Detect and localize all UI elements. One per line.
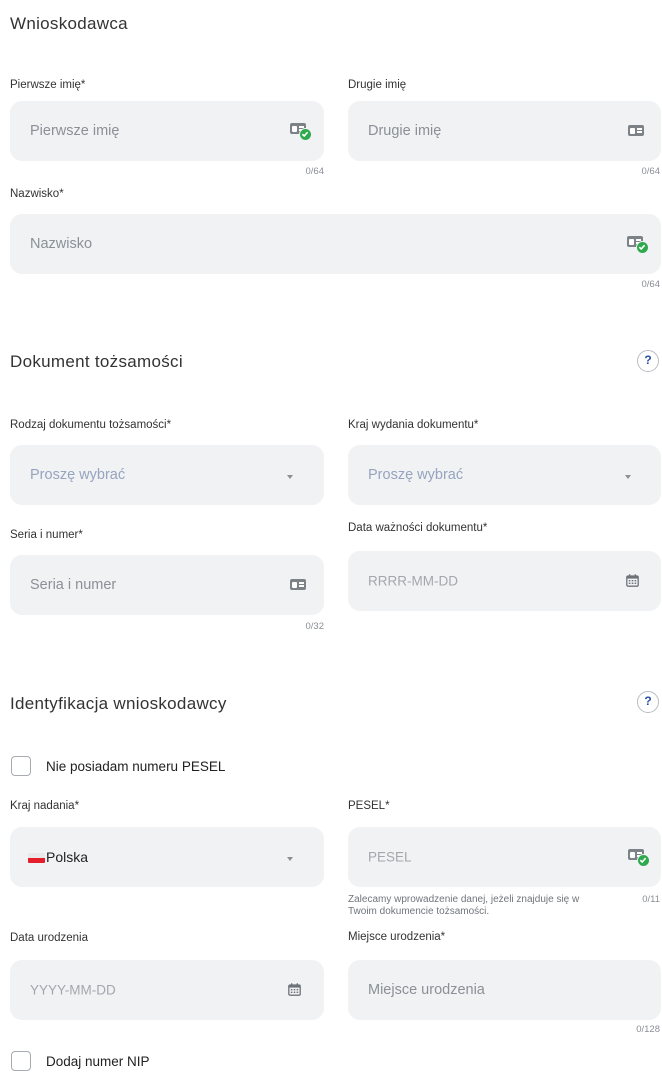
surname-counter: 0/64: [641, 279, 661, 290]
birth-place-counter: 0/128: [636, 1024, 660, 1035]
id-card-verified-icon: [627, 236, 651, 256]
expiry-date-label: Data ważności dokumentu*: [348, 522, 488, 534]
id-card-icon: [628, 125, 644, 136]
document-type-select[interactable]: Proszę wybrać: [10, 445, 324, 505]
identification-section-title: Identyfikacja wnioskodawcy: [10, 694, 227, 713]
country-label: Kraj nadania*: [10, 800, 80, 812]
pesel-placeholder: PESEL: [368, 849, 412, 865]
second-name-placeholder: Drugie imię: [368, 123, 442, 139]
help-icon[interactable]: ?: [637, 350, 659, 372]
birth-place-field[interactable]: Miejsce urodzenia: [348, 960, 661, 1020]
birth-date-field[interactable]: YYYY-MM-DD: [10, 960, 324, 1020]
issuing-country-value: Proszę wybrać: [368, 467, 464, 483]
country-value: Polska: [46, 849, 89, 865]
add-nip-label: Dodaj numer NIP: [46, 1054, 150, 1069]
series-number-label: Seria i numer*: [10, 529, 83, 541]
birth-date-placeholder: YYYY-MM-DD: [30, 982, 116, 998]
calendar-icon[interactable]: [626, 574, 639, 587]
no-pesel-checkbox[interactable]: [11, 756, 31, 776]
country-select[interactable]: Polska: [10, 827, 324, 887]
pesel-hint: Zalecamy wprowadzenie danej, jeżeli znaj…: [348, 894, 580, 917]
pesel-label: PESEL*: [348, 800, 390, 812]
document-type-value: Proszę wybrać: [30, 467, 126, 483]
issuing-country-select[interactable]: Proszę wybrać: [348, 445, 661, 505]
add-nip-checkbox[interactable]: [11, 1051, 31, 1071]
chevron-down-icon: [287, 475, 293, 479]
identity-document-section-title: Dokument tożsamości: [10, 352, 183, 371]
issuing-country-label: Kraj wydania dokumentu*: [348, 419, 479, 431]
document-type-label: Rodzaj dokumentu tożsamości*: [10, 419, 172, 431]
series-number-placeholder: Seria i numer: [30, 577, 117, 593]
surname-placeholder: Nazwisko: [30, 236, 93, 252]
id-card-icon: [290, 579, 306, 590]
birth-place-placeholder: Miejsce urodzenia: [368, 982, 485, 998]
first-name-counter: 0/64: [305, 166, 325, 177]
birth-place-label: Miejsce urodzenia*: [348, 931, 446, 943]
series-number-field[interactable]: Seria i numer: [10, 555, 324, 615]
series-number-counter: 0/32: [305, 621, 325, 632]
second-name-counter: 0/64: [641, 166, 661, 177]
pesel-counter: 0/11: [642, 894, 660, 905]
expiry-date-placeholder: RRRR-MM-DD: [368, 573, 458, 589]
calendar-icon[interactable]: [288, 983, 301, 996]
first-name-placeholder: Pierwsze imię: [30, 123, 120, 139]
poland-flag-icon: [28, 853, 45, 863]
birth-date-label: Data urodzenia: [10, 932, 88, 944]
first-name-field[interactable]: Pierwsze imię: [10, 101, 324, 161]
chevron-down-icon: [625, 475, 631, 479]
first-name-label: Pierwsze imię*: [10, 79, 86, 91]
pesel-field[interactable]: PESEL: [348, 827, 661, 887]
second-name-field[interactable]: Drugie imię: [348, 101, 661, 161]
no-pesel-label: Nie posiadam numeru PESEL: [46, 759, 226, 774]
help-icon[interactable]: ?: [637, 691, 659, 713]
surname-field[interactable]: Nazwisko: [10, 214, 661, 274]
second-name-label: Drugie imię: [348, 79, 407, 91]
applicant-section-title: Wnioskodawca: [10, 14, 128, 33]
chevron-down-icon: [287, 857, 293, 861]
id-card-verified-icon: [290, 123, 314, 143]
expiry-date-field[interactable]: RRRR-MM-DD: [348, 551, 661, 611]
id-card-verified-icon: [628, 849, 652, 869]
surname-label: Nazwisko*: [10, 188, 64, 200]
